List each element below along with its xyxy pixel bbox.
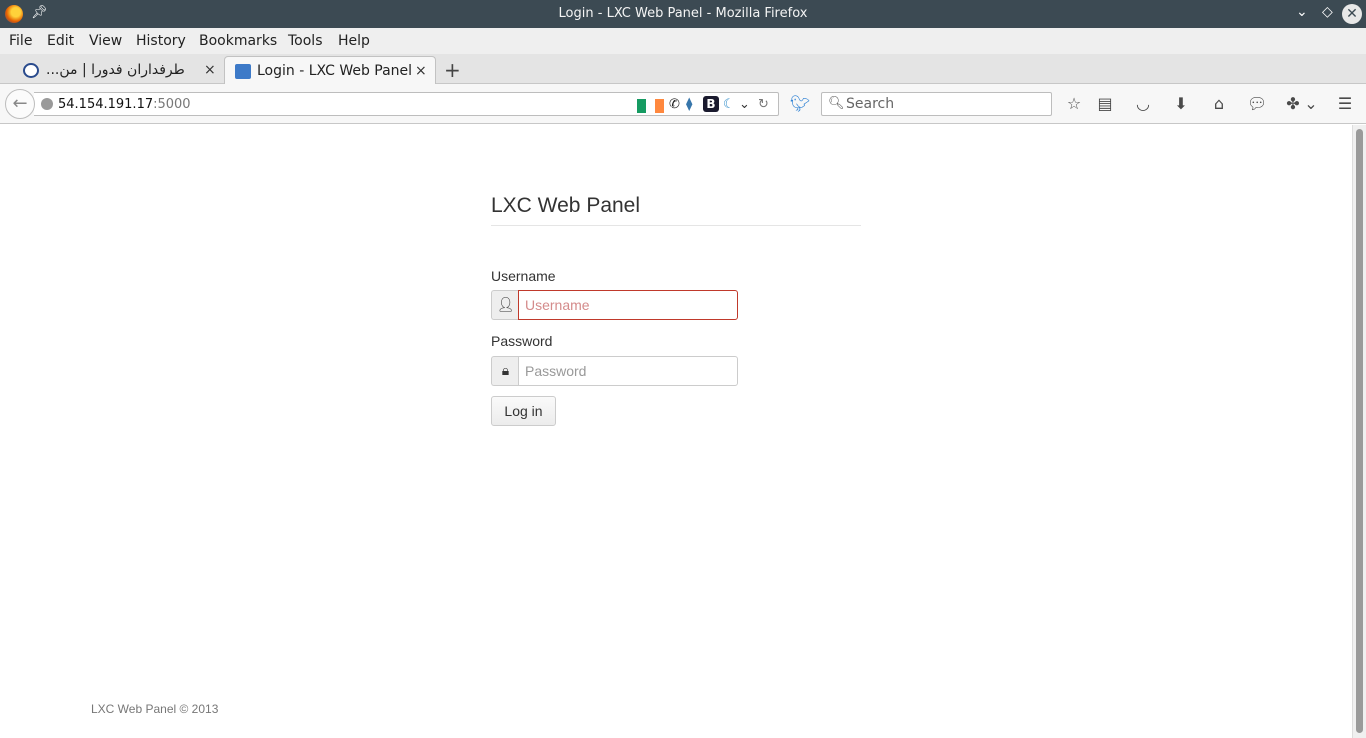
tab-close-icon[interactable]: ×: [415, 63, 427, 79]
url-port: :5000: [153, 97, 191, 112]
new-tab-plus-icon[interactable]: +: [444, 58, 461, 82]
home-icon[interactable]: ⌂: [1209, 94, 1229, 113]
hamburger-menu-icon[interactable]: ☰: [1335, 94, 1355, 113]
window-titlebar: 📌︎ Login - LXC Web Panel - Mozilla Firef…: [0, 0, 1366, 28]
extension-dropdown-icon[interactable]: ⌄: [1301, 94, 1321, 113]
title-divider: [491, 225, 861, 226]
download-icon[interactable]: ⬇: [1171, 94, 1191, 113]
user-icon: 👤︎: [491, 290, 519, 320]
page-content: LXC Web Panel Username 👤︎ Password 🔒︎ Lo…: [0, 125, 1352, 738]
navigation-toolbar: 54.154.191.17:5000 ✆ ⧫ B ☾ ⌄ ↻ ← 🐦︎ 🔍︎ ☆…: [0, 84, 1366, 124]
bookmark-star-icon[interactable]: ☆: [1064, 94, 1084, 113]
url-host: 54.154.191.17: [58, 97, 154, 112]
fedora-favicon-icon: [23, 63, 39, 78]
menu-tools[interactable]: Tools: [288, 33, 323, 49]
lxc-favicon-icon: [235, 64, 251, 79]
back-button[interactable]: ←: [5, 89, 35, 119]
menu-edit[interactable]: Edit: [47, 33, 74, 49]
lock-icon: 🔒︎: [491, 356, 519, 386]
chat-icon[interactable]: 💬︎: [1247, 94, 1267, 113]
bird-icon[interactable]: 🐦︎: [790, 94, 810, 113]
back-arrow-icon: ←: [12, 93, 28, 114]
tab-close-icon[interactable]: ×: [204, 62, 216, 78]
reload-icon[interactable]: ↻: [758, 96, 769, 114]
tab-fedora-fans[interactable]: ...طرفداران فدورا | من ×: [10, 56, 222, 84]
tab-lxc-login[interactable]: Login - LXC Web Panel ×: [224, 56, 436, 84]
url-text[interactable]: 54.154.191.17:5000: [58, 97, 191, 112]
menu-view[interactable]: View: [89, 33, 122, 49]
menu-history[interactable]: History: [136, 33, 186, 49]
username-label: Username: [491, 268, 556, 284]
password-input[interactable]: [518, 356, 738, 386]
login-button[interactable]: Log in: [491, 396, 556, 426]
search-box[interactable]: 🔍︎: [821, 92, 1052, 116]
page-title: LXC Web Panel: [491, 194, 641, 217]
ireland-flag-icon[interactable]: [637, 99, 664, 113]
maximize-diamond-icon[interactable]: ◇: [1322, 4, 1333, 20]
extension-icon[interactable]: ✤: [1283, 94, 1303, 113]
moon-icon[interactable]: ☾: [723, 96, 735, 114]
b-icon[interactable]: B: [703, 96, 719, 112]
page-scrollbar[interactable]: [1352, 125, 1366, 738]
tab-label: ...طرفداران فدورا | من: [46, 62, 185, 78]
dropdown-icon[interactable]: ⌄: [739, 96, 750, 114]
username-input[interactable]: [518, 290, 738, 320]
menu-bookmarks[interactable]: Bookmarks: [199, 33, 277, 49]
globe-icon: [41, 98, 53, 110]
menu-help[interactable]: Help: [338, 33, 370, 49]
tab-bar: ...طرفداران فدورا | من × Login - LXC Web…: [0, 54, 1366, 84]
search-input[interactable]: [846, 96, 1046, 112]
pocket-icon[interactable]: ◡: [1133, 94, 1153, 113]
search-icon: 🔍︎: [828, 96, 845, 111]
window-title: Login - LXC Web Panel - Mozilla Firefox: [558, 6, 808, 21]
scrollbar-thumb[interactable]: [1356, 129, 1363, 733]
tab-label: Login - LXC Web Panel: [257, 63, 413, 79]
url-bar[interactable]: 54.154.191.17:5000 ✆ ⧫ B ☾ ⌄ ↻: [34, 92, 779, 116]
password-label: Password: [491, 333, 553, 349]
phone-icon[interactable]: ✆: [669, 96, 680, 114]
minimize-chevron-icon[interactable]: ⌄: [1296, 4, 1308, 20]
reading-list-icon[interactable]: ▤: [1095, 94, 1115, 113]
menu-bar: File Edit View History Bookmarks Tools H…: [0, 28, 1366, 54]
python-icon[interactable]: ⧫: [686, 96, 692, 114]
menu-file[interactable]: File: [9, 33, 32, 49]
close-window-icon[interactable]: ✕: [1342, 4, 1362, 24]
footer-text: LXC Web Panel © 2013: [91, 702, 219, 716]
